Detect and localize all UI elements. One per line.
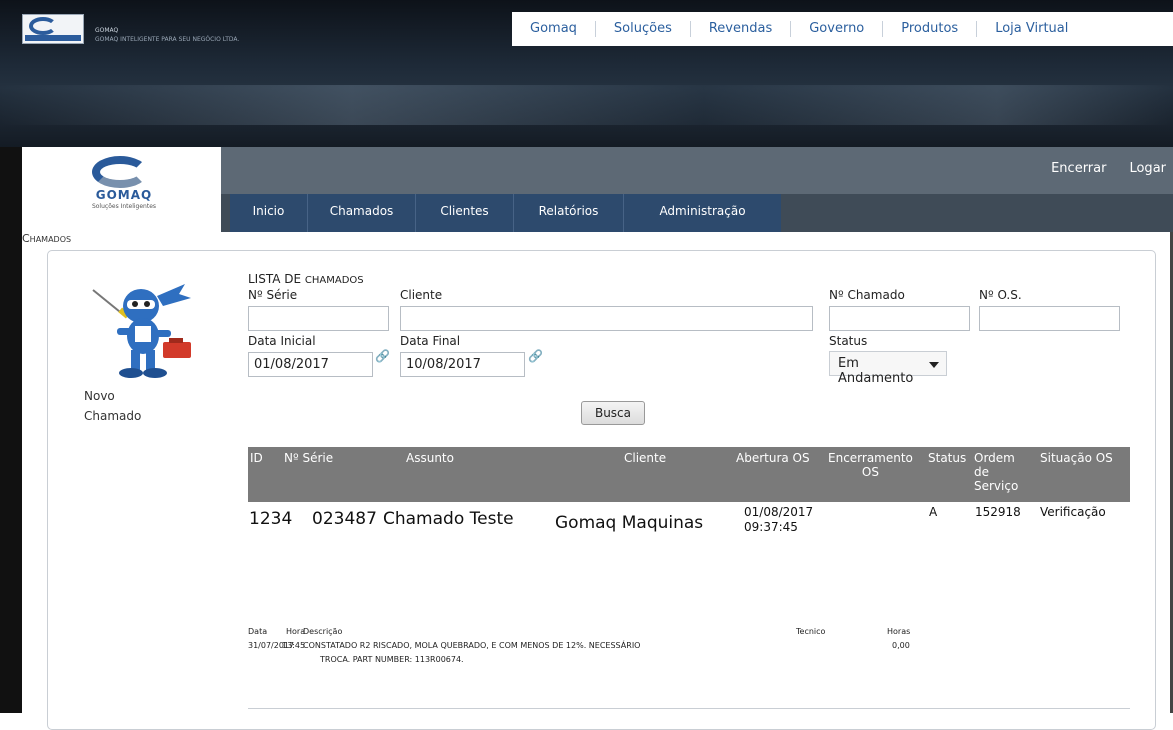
cell-assunto: Chamado Teste (383, 509, 514, 529)
cell-status: A (929, 505, 938, 519)
hist-header-horas: Horas (887, 627, 911, 636)
menu-clientes[interactable]: Clientes (416, 194, 514, 232)
hist-descricao-2: TROCA. PART NUMBER: 113R00674. (320, 655, 464, 664)
data-final-label: Data Final (400, 334, 461, 348)
menu-administracao[interactable]: Administração (624, 194, 781, 232)
novo-label: Novo (84, 389, 115, 403)
serie-label: Nº Série (248, 288, 298, 302)
list-title-main: Lista de (248, 272, 302, 286)
col-cliente: Cliente (624, 451, 667, 465)
col-ordem: Ordem de Serviço (974, 451, 1018, 493)
menu-chamados[interactable]: Chamados (308, 194, 416, 232)
gomaq-swoosh-icon (92, 156, 148, 188)
data-inicial-input[interactable] (248, 352, 373, 377)
nav-revendas[interactable]: Revendas (691, 21, 792, 37)
brand-line-1: GOMAQ (95, 27, 119, 34)
numero-chamado-input[interactable] (829, 306, 970, 331)
hist-horas: 0,00 (892, 641, 910, 650)
gomaq-logo[interactable]: GOMAQ Soluções Inteligentes (84, 152, 164, 210)
nav-loja-virtual[interactable]: Loja Virtual (977, 21, 1086, 37)
logo-bar (25, 35, 81, 41)
hist-header-descricao: Descrição (303, 627, 343, 636)
brand-line-2: GOMAQ INTELIGENTE PARA SEU NEGÓCIO LTDA. (95, 36, 240, 43)
nav-gomaq[interactable]: Gomaq (512, 21, 596, 37)
cell-ordem[interactable]: 152918 (975, 505, 1021, 520)
main-menu: Inicio Chamados Clientes Relatórios Admi… (230, 194, 781, 232)
status-selected-value: Em Andamento (838, 356, 914, 386)
col-abertura: Abertura OS (736, 451, 810, 465)
hist-descricao-1: CONSTATADO R2 RISCADO, MOLA QUEBRADO, E … (303, 641, 641, 650)
numero-chamado-label: Nº Chamado (829, 288, 905, 302)
table-header: ID Nº Série Assunto Cliente Abertura OS … (248, 447, 1130, 502)
col-serie: Nº Série (284, 451, 334, 465)
header-actions: Encerrar Logar (1035, 161, 1173, 176)
top-banner: GOMAQ GOMAQ INTELIGENTE PARA SEU NEGÓCIO… (0, 0, 1173, 147)
calendar-icon[interactable]: 🔗 (375, 349, 391, 363)
numero-os-label: Nº O.S. (979, 288, 1022, 302)
calendar-icon[interactable]: 🔗 (528, 349, 544, 363)
novo-chamado-link[interactable]: Novo Chamado (84, 386, 164, 426)
divider (248, 708, 1130, 709)
left-edge (0, 147, 22, 713)
nav-produtos[interactable]: Produtos (883, 21, 978, 37)
col-assunto: Assunto (406, 451, 454, 465)
section-label: Chamados (22, 232, 72, 245)
header-strip: Encerrar Logar (221, 147, 1173, 194)
col-ordem-line3: Serviço (974, 479, 1019, 493)
cell-serie: 023487 (312, 509, 377, 529)
list-title-small: chamados (304, 275, 364, 286)
col-ordem-line1: Ordem (974, 451, 1015, 465)
data-final-input[interactable] (400, 352, 525, 377)
site-nav: Gomaq Soluções Revendas Governo Produtos… (512, 12, 1173, 46)
mascot-image[interactable] (83, 276, 200, 384)
logo-swoosh-icon (29, 17, 57, 35)
col-encerramento: Encerramento OS (828, 451, 913, 479)
menu-relatorios[interactable]: Relatórios (514, 194, 624, 232)
cell-cliente: Gomaq Maquinas (555, 513, 704, 533)
logo-tagline: Soluções Inteligentes (91, 203, 157, 210)
cell-abertura-time: 09:37:45 (744, 520, 798, 534)
logo-word: GOMAQ (95, 188, 153, 202)
menu-inicio[interactable]: Inicio (230, 194, 308, 232)
col-ordem-line2: de (974, 465, 989, 479)
gomaq-top-logo[interactable] (22, 14, 84, 44)
cell-abertura-date: 01/08/2017 (744, 505, 814, 519)
cliente-label: Cliente (400, 288, 443, 302)
technician-mascot-icon (92, 284, 191, 378)
col-id: ID (250, 451, 263, 465)
nav-governo[interactable]: Governo (791, 21, 884, 37)
serie-input[interactable] (248, 306, 389, 331)
status-label: Status (829, 334, 868, 348)
list-title: Lista de chamados (248, 272, 364, 286)
hist-header-tecnico: Tecnico (796, 627, 826, 636)
col-situacao: Situação OS (1040, 451, 1113, 465)
numero-os-input[interactable] (979, 306, 1120, 331)
encerrar-link[interactable]: Encerrar (1035, 161, 1113, 176)
data-inicial-label: Data Inicial (248, 334, 316, 348)
chamado-label: Chamado (84, 409, 142, 423)
dropdown-arrow-icon (929, 362, 939, 368)
cell-id: 1234 (249, 509, 293, 529)
col-encerramento-line1: Encerramento (828, 451, 913, 465)
cell-abertura: 01/08/2017 09:37:45 (744, 505, 813, 535)
banner-streak (0, 85, 1173, 125)
top-brand-text: GOMAQ GOMAQ INTELIGENTE PARA SEU NEGÓCIO… (95, 26, 239, 44)
col-encerramento-line2: OS (861, 465, 879, 479)
nav-solucoes[interactable]: Soluções (596, 21, 691, 37)
cliente-input[interactable] (400, 306, 813, 331)
logar-link[interactable]: Logar (1113, 161, 1173, 176)
status-select[interactable]: Em Andamento (829, 351, 947, 386)
col-status: Status (928, 451, 967, 465)
cell-situacao: Verificação (1040, 505, 1106, 519)
hist-hora: 13:45 (282, 641, 306, 650)
busca-button[interactable]: Busca (581, 401, 645, 425)
hist-header-data: Data (248, 627, 268, 636)
main-menu-bar: Inicio Chamados Clientes Relatórios Admi… (221, 194, 1173, 232)
